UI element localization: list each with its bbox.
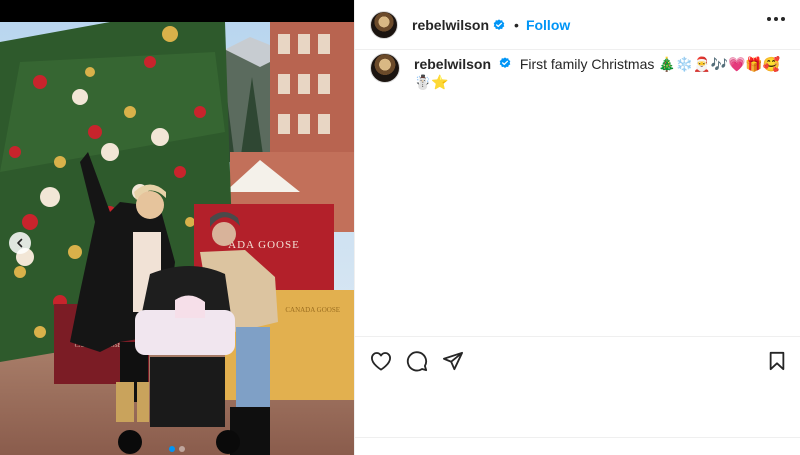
divider [355, 437, 800, 438]
comment-icon [406, 350, 428, 371]
post-header: rebelwilson • Follow [355, 0, 800, 50]
carousel-dot [169, 446, 175, 452]
bookmark-icon [769, 351, 785, 370]
heart-icon [370, 351, 391, 371]
share-button[interactable] [441, 349, 465, 373]
verified-badge-icon [499, 57, 511, 69]
avatar[interactable] [370, 10, 398, 39]
follow-button[interactable]: Follow [526, 17, 570, 33]
share-icon [442, 351, 463, 370]
carousel-prev-button[interactable] [9, 232, 31, 254]
post-media[interactable]: ADA GOOSE CANADA GOOSE CANADA GOOSE [0, 0, 354, 455]
carousel-indicator [0, 446, 354, 452]
post-actions [355, 336, 800, 384]
post-caption: rebelwilson First family Christmas 🎄❄️🎅🎶… [370, 52, 790, 91]
comment-button[interactable] [405, 349, 429, 373]
save-button[interactable] [765, 349, 789, 373]
header-separator: • [514, 16, 519, 33]
store-sign-base: CANADA GOOSE [285, 306, 340, 314]
verified-badge-icon [493, 18, 505, 31]
more-options-icon[interactable] [767, 17, 785, 21]
like-button[interactable] [369, 349, 393, 373]
post-sidebar: rebelwilson • Follow rebelwilson First f… [354, 0, 800, 455]
carousel-dot [179, 446, 185, 452]
caption-text: rebelwilson First family Christmas 🎄❄️🎅🎶… [414, 55, 790, 91]
caption-avatar[interactable] [370, 53, 400, 83]
caption-username[interactable]: rebelwilson [414, 56, 491, 72]
post-photo: ADA GOOSE CANADA GOOSE CANADA GOOSE [0, 22, 354, 455]
store-sign-upper: ADA GOOSE [228, 239, 300, 251]
chevron-left-icon [17, 238, 23, 248]
header-username[interactable]: rebelwilson [412, 17, 489, 33]
